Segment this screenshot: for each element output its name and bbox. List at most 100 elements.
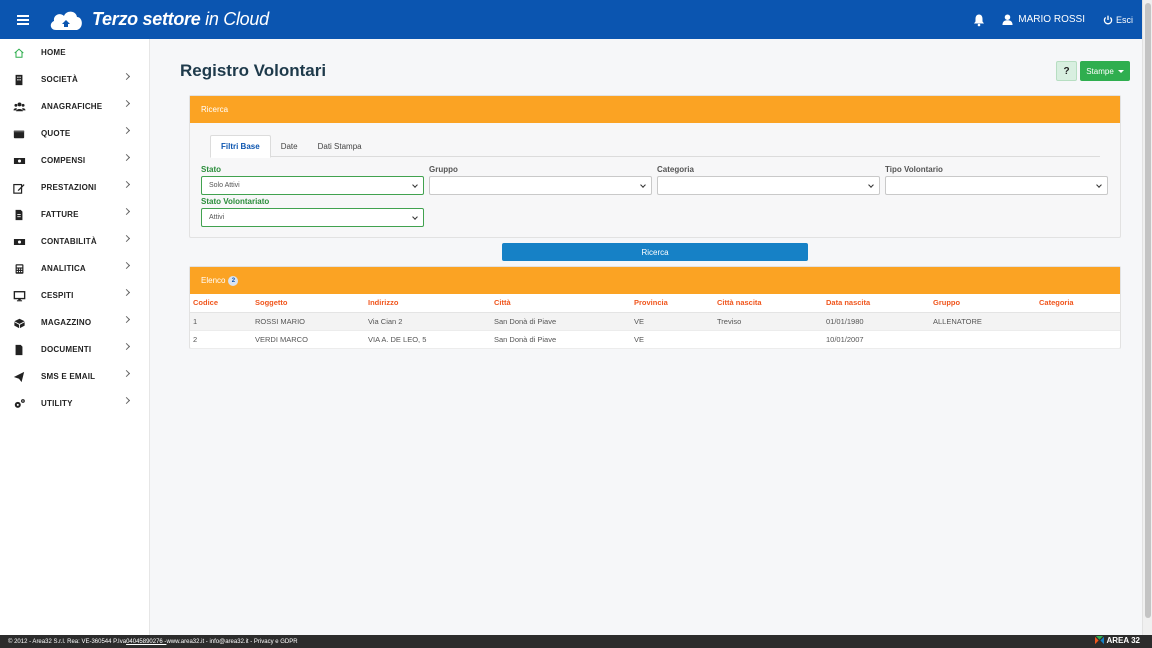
- cell-indirizzo: VIA A. DE LEO, 5: [365, 330, 491, 349]
- edit-icon: [12, 181, 26, 195]
- search-panel-header[interactable]: Ricerca: [190, 96, 1120, 123]
- cell-data-nascita: 10/01/2007: [823, 330, 930, 349]
- sidebar-item-label: DOCUMENTI: [41, 345, 92, 354]
- tipo-volontario-field: Tipo Volontario: [885, 165, 1108, 195]
- sidebar-item-fatture[interactable]: FATTURE: [0, 201, 149, 228]
- users-icon: [12, 100, 26, 114]
- page-scrollbar[interactable]: [1142, 0, 1152, 635]
- bell-icon[interactable]: [972, 13, 986, 27]
- column-header-codice[interactable]: Codice: [190, 294, 252, 313]
- sidebar-item-label: ANALITICA: [41, 264, 86, 273]
- money-icon: [12, 154, 26, 168]
- categoria-select[interactable]: [657, 176, 880, 195]
- tipo-volontario-label: Tipo Volontario: [885, 165, 943, 174]
- sidebar-item-label: UTILITY: [41, 399, 73, 408]
- sidebar-item-home[interactable]: HOME: [0, 39, 149, 66]
- cell-citta: San Donà di Piave: [491, 312, 631, 331]
- tab-date[interactable]: Date: [271, 135, 308, 157]
- stato-label: Stato: [201, 165, 221, 174]
- sidebar-item-label: SMS E EMAIL: [41, 372, 96, 381]
- footer-vat-link[interactable]: 04045890276 -: [126, 639, 166, 645]
- sidebar-item-label: CESPITI: [41, 291, 74, 300]
- cogs-icon: [12, 397, 26, 411]
- chevron-right-icon: [122, 288, 131, 297]
- chevron-right-icon: [122, 207, 131, 216]
- sidebar-item-label: SOCIETÀ: [41, 75, 78, 84]
- stato-volontariato-select[interactable]: Attivi: [201, 208, 424, 227]
- area32-mark-icon: [1094, 636, 1104, 645]
- column-header-gruppo[interactable]: Gruppo: [930, 294, 1036, 313]
- print-label: Stampe: [1086, 66, 1114, 76]
- cell-gruppo: ALLENATORE: [930, 312, 1036, 331]
- sidebar-item-contabilita[interactable]: CONTABILITÀ: [0, 228, 149, 255]
- chevron-right-icon: [122, 99, 131, 108]
- footer-links[interactable]: www.area32.it - info@area32.it - Privacy…: [166, 639, 297, 645]
- app-logo[interactable]: Terzo settore in Cloud: [48, 8, 269, 32]
- column-header-citta[interactable]: Città: [491, 294, 631, 313]
- stato-value: Solo Attivi: [209, 182, 240, 189]
- menu-toggle-icon[interactable]: [0, 0, 46, 39]
- sidebar-item-sms-email[interactable]: SMS E EMAIL: [0, 363, 149, 390]
- chevron-down-icon: [412, 214, 418, 220]
- column-header-categoria[interactable]: Categoria: [1036, 294, 1120, 313]
- sidebar-item-analitica[interactable]: ANALITICA: [0, 255, 149, 282]
- print-dropdown-button[interactable]: Stampe: [1080, 61, 1130, 81]
- column-header-citta-nascita[interactable]: Città nascita: [714, 294, 823, 313]
- logout-label: Esci: [1115, 14, 1133, 25]
- column-header-soggetto[interactable]: Soggetto: [252, 294, 365, 313]
- sidebar-item-anagrafiche[interactable]: ANAGRAFICHE: [0, 93, 149, 120]
- scrollbar-thumb[interactable]: [1145, 3, 1151, 618]
- gruppo-select[interactable]: [429, 176, 652, 195]
- chevron-down-icon: [412, 182, 418, 188]
- cell-gruppo: [930, 330, 1036, 349]
- stato-field: Stato Solo Attivi: [201, 165, 424, 195]
- sidebar-item-documenti[interactable]: DOCUMENTI: [0, 336, 149, 363]
- sidebar-item-label: PRESTAZIONI: [41, 183, 97, 192]
- search-button[interactable]: Ricerca: [502, 243, 808, 261]
- results-panel-header[interactable]: Elenco 2: [190, 267, 1120, 294]
- stato-select[interactable]: Solo Attivi: [201, 176, 424, 195]
- top-navbar: Terzo settore in Cloud MARIO ROSSI Esci: [0, 0, 1142, 39]
- column-header-indirizzo[interactable]: Indirizzo: [365, 294, 491, 313]
- sidebar-item-cespiti[interactable]: CESPITI: [0, 282, 149, 309]
- footer: © 2012 - Area32 S.r.l. Rea: VE-360544 P.…: [0, 635, 1152, 648]
- categoria-field: Categoria: [657, 165, 880, 195]
- gruppo-label: Gruppo: [429, 165, 458, 174]
- results-count-badge: 2: [228, 275, 239, 286]
- filter-tabs: Filtri Base Date Dati Stampa: [210, 135, 1100, 158]
- user-menu[interactable]: MARIO ROSSI: [1002, 14, 1085, 25]
- sidebar-item-label: COMPENSI: [41, 156, 86, 165]
- table-row[interactable]: 2 VERDI MARCO VIA A. DE LEO, 5 San Donà …: [190, 330, 1120, 349]
- chevron-right-icon: [122, 153, 131, 162]
- cash-icon: [12, 235, 26, 249]
- logout-button[interactable]: Esci: [1103, 15, 1133, 25]
- sidebar-item-compensi[interactable]: COMPENSI: [0, 147, 149, 174]
- file-icon: [12, 343, 26, 357]
- help-button[interactable]: ?: [1056, 61, 1077, 81]
- app-title: Terzo settore in Cloud: [92, 9, 269, 29]
- column-header-provincia[interactable]: Provincia: [631, 294, 714, 313]
- cell-categoria: [1036, 330, 1120, 349]
- cell-codice: 2: [190, 330, 252, 349]
- sidebar-item-magazzino[interactable]: MAGAZZINO: [0, 309, 149, 336]
- area32-logo[interactable]: AREA 32: [1094, 636, 1140, 645]
- cell-indirizzo: Via Cian 2: [365, 312, 491, 331]
- power-icon: [1103, 15, 1113, 24]
- chevron-right-icon: [122, 396, 131, 405]
- table-header-row: Codice Soggetto Indirizzo Città Provinci…: [190, 294, 1120, 313]
- tab-dati-stampa[interactable]: Dati Stampa: [308, 135, 372, 157]
- sidebar-item-label: HOME: [41, 48, 66, 57]
- sidebar-item-utility[interactable]: UTILITY: [0, 390, 149, 417]
- building-icon: [12, 73, 26, 87]
- tab-filtri-base[interactable]: Filtri Base: [210, 135, 271, 158]
- sidebar-item-prestazioni[interactable]: PRESTAZIONI: [0, 174, 149, 201]
- column-header-data-nascita[interactable]: Data nascita: [823, 294, 930, 313]
- table-row[interactable]: 1 ROSSI MARIO Via Cian 2 San Donà di Pia…: [190, 312, 1120, 331]
- chevron-right-icon: [122, 72, 131, 81]
- calculator-icon: [12, 262, 26, 276]
- sidebar-item-label: QUOTE: [41, 129, 71, 138]
- chevron-down-icon: [868, 182, 874, 188]
- sidebar-item-quote[interactable]: QUOTE: [0, 120, 149, 147]
- tipo-volontario-select[interactable]: [885, 176, 1108, 195]
- sidebar-item-societa[interactable]: SOCIETÀ: [0, 66, 149, 93]
